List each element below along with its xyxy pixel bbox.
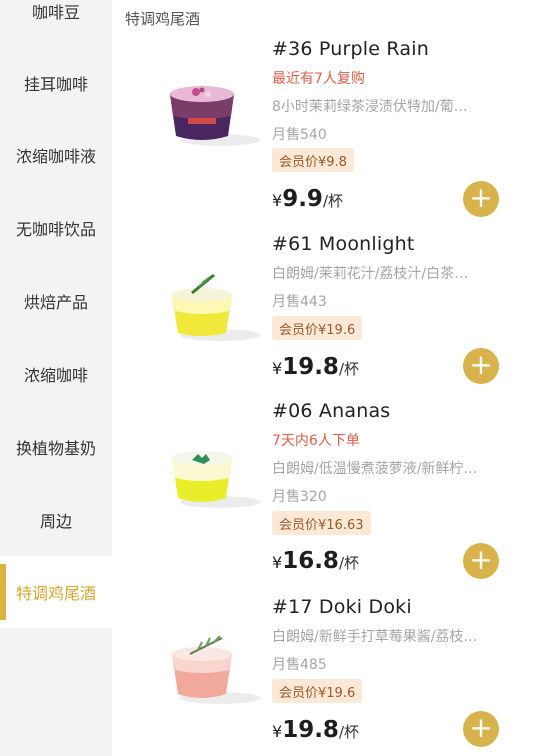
sidebar-spacer — [0, 556, 112, 564]
product-list: 特调鸡尾酒 #36 Purple Rain 最近有7人复购 8小时茉莉绿茶浸渍伏… — [112, 0, 540, 756]
sidebar-item-espresso[interactable]: 浓缩咖啡 — [0, 338, 112, 410]
price-value: 19.8 — [282, 354, 339, 380]
price-currency: ¥ — [272, 359, 283, 378]
product-card[interactable]: #17 Doki Doki 白朗姆/新鲜手打草莓果酱/荔枝… 月售485 会员价… — [112, 596, 540, 756]
sidebar-item-drip-coffee[interactable]: 挂耳咖啡 — [0, 47, 112, 119]
add-to-cart-button[interactable]: + — [463, 711, 499, 747]
sidebar-item-plant-milk[interactable]: 换植物基奶 — [0, 411, 112, 483]
member-price-badge: 会员价¥16.63 — [272, 511, 371, 535]
add-to-cart-button[interactable]: + — [463, 348, 499, 384]
product-card[interactable]: #61 Moonlight 白朗姆/茉莉花汁/荔枝汁/白茶… 月售443 会员价… — [112, 233, 540, 413]
product-price: ¥9.9/杯 — [272, 186, 343, 212]
price-currency: ¥ — [272, 191, 283, 210]
cocktail-yellow-green-cup-image — [172, 451, 260, 508]
sidebar-item-label: 咖啡豆 — [31, 3, 80, 22]
product-sales: 月售320 — [272, 489, 327, 505]
menu-page: 咖啡豆 挂耳咖啡 浓缩咖啡液 无咖啡饮品 烘焙产品 浓缩咖啡 换植物基奶 周边 … — [0, 0, 540, 756]
product-sales: 月售540 — [272, 127, 327, 143]
category-sidebar: 咖啡豆 挂耳咖啡 浓缩咖啡液 无咖啡饮品 烘焙产品 浓缩咖啡 换植物基奶 周边 … — [0, 0, 112, 756]
product-price: ¥19.8/杯 — [272, 354, 359, 380]
sidebar-item-label: 浓缩咖啡液 — [15, 147, 96, 166]
plus-icon: + — [469, 347, 493, 381]
price-currency: ¥ — [272, 722, 283, 741]
cocktail-yellow-cup-image — [172, 273, 260, 341]
price-unit: /杯 — [338, 554, 359, 572]
price-value: 19.8 — [282, 717, 339, 743]
price-value: 16.8 — [282, 548, 339, 574]
sidebar-item-label: 浓缩咖啡 — [23, 366, 88, 385]
sidebar-item-label: 烘焙产品 — [23, 293, 88, 312]
plus-icon: + — [469, 542, 493, 576]
sidebar-item-cocktails[interactable]: 特调鸡尾酒 — [0, 564, 112, 620]
plus-icon: + — [469, 710, 493, 744]
add-to-cart-button[interactable]: + — [463, 543, 499, 579]
sidebar-item-label: 换植物基奶 — [15, 439, 96, 458]
product-description: 8小时茉莉绿茶浸渍伏特加/葡… — [272, 99, 468, 115]
price-unit: /杯 — [322, 192, 343, 210]
price-unit: /杯 — [338, 360, 359, 378]
price-unit: /杯 — [338, 723, 359, 741]
product-price: ¥16.8/杯 — [272, 548, 359, 574]
product-sales: 月售443 — [272, 294, 327, 310]
sidebar-item-merch[interactable]: 周边 — [0, 484, 112, 556]
price-currency: ¥ — [272, 553, 283, 572]
member-price-badge: 会员价¥19.6 — [272, 316, 363, 340]
sidebar-item-label: 周边 — [39, 512, 72, 531]
sidebar-item-label: 无咖啡饮品 — [15, 220, 96, 239]
product-description: 白朗姆/新鲜手打草莓果酱/荔枝… — [272, 629, 478, 645]
product-sales: 月售485 — [272, 657, 327, 673]
product-tag: 最近有7人复购 — [272, 71, 365, 87]
sidebar-item-espresso-liquid[interactable]: 浓缩咖啡液 — [0, 119, 112, 191]
product-name: #06 Ananas — [272, 400, 391, 422]
cocktail-pink-cup-image — [172, 636, 260, 704]
product-price: ¥19.8/杯 — [272, 717, 359, 743]
add-to-cart-button[interactable]: + — [463, 181, 499, 217]
cocktail-purple-cup-image — [170, 86, 260, 146]
product-tag: 7天内6人下单 — [272, 433, 360, 449]
sidebar-item-label: 挂耳咖啡 — [23, 75, 88, 94]
product-card[interactable]: #06 Ananas 7天内6人下单 白朗姆/低温慢煮菠萝液/新鲜柠… 月售32… — [112, 400, 540, 580]
sidebar-item-coffee-beans[interactable]: 咖啡豆 — [0, 0, 112, 47]
member-price-badge: 会员价¥9.8 — [272, 148, 354, 172]
sidebar-item-bakery[interactable]: 烘焙产品 — [0, 265, 112, 337]
sidebar-item-label: 特调鸡尾酒 — [15, 584, 96, 603]
sidebar-spacer — [0, 620, 112, 628]
section-title: 特调鸡尾酒 — [125, 10, 201, 28]
product-description: 白朗姆/低温慢煮菠萝液/新鲜柠… — [272, 461, 478, 477]
product-description: 白朗姆/茉莉花汁/荔枝汁/白茶… — [272, 266, 469, 282]
product-name: #17 Doki Doki — [272, 596, 412, 618]
plus-icon: + — [469, 180, 493, 214]
price-value: 9.9 — [282, 186, 323, 212]
sidebar-item-non-coffee[interactable]: 无咖啡饮品 — [0, 192, 112, 264]
product-card[interactable]: #36 Purple Rain 最近有7人复购 8小时茉莉绿茶浸渍伏特加/葡… … — [112, 38, 540, 218]
member-price-badge: 会员价¥19.6 — [272, 679, 363, 703]
product-name: #61 Moonlight — [272, 233, 415, 255]
product-name: #36 Purple Rain — [272, 38, 429, 60]
